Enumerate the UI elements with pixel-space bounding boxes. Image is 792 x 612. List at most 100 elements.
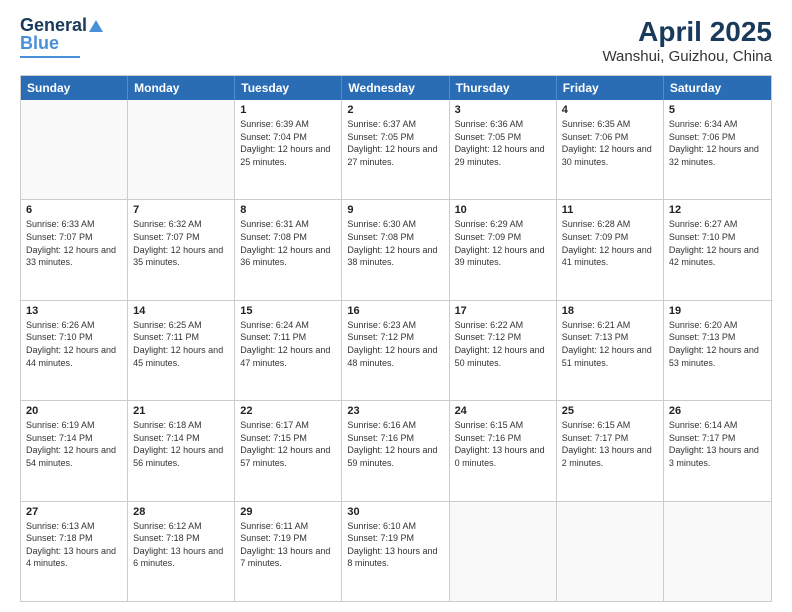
cell-sun-info: Sunrise: 6:24 AM Sunset: 7:11 PM Dayligh… bbox=[240, 319, 336, 369]
header-wednesday: Wednesday bbox=[342, 76, 449, 100]
cal-cell-1-6: 4 Sunrise: 6:35 AM Sunset: 7:06 PM Daylig… bbox=[557, 100, 664, 199]
day-number: 4 bbox=[562, 104, 658, 116]
cal-week-5: 27 Sunrise: 6:13 AM Sunset: 7:18 PM Dayli… bbox=[21, 501, 771, 601]
cal-cell-4-4: 23Sunrise: 6:16 AM Sunset: 7:16 PM Dayli… bbox=[342, 401, 449, 500]
cal-cell-5-4: 30 Sunrise: 6:10 AM Sunset: 7:19 PM Dayli… bbox=[342, 502, 449, 601]
cell-sun-info: Sunrise: 6:28 AM Sunset: 7:09 PM Dayligh… bbox=[562, 218, 658, 268]
header-friday: Friday bbox=[557, 76, 664, 100]
cal-cell-1-2 bbox=[128, 100, 235, 199]
cell-sun-info: Sunrise: 6:29 AM Sunset: 7:09 PM Dayligh… bbox=[455, 218, 551, 268]
cal-cell-4-5: 24 Sunrise: 6:15 AM Sunset: 7:16 PM Dayli… bbox=[450, 401, 557, 500]
day-number: 22 bbox=[240, 405, 336, 417]
cal-week-4: 20Sunrise: 6:19 AM Sunset: 7:14 PM Dayli… bbox=[21, 400, 771, 500]
title-block: April 2025 Wanshui, Guizhou, China bbox=[602, 16, 772, 65]
day-number: 25 bbox=[562, 405, 658, 417]
cal-cell-2-3: 8 Sunrise: 6:31 AM Sunset: 7:08 PM Daylig… bbox=[235, 200, 342, 299]
day-number: 5 bbox=[669, 104, 766, 116]
header-monday: Monday bbox=[128, 76, 235, 100]
cell-sun-info: Sunrise: 6:10 AM Sunset: 7:19 PM Dayligh… bbox=[347, 520, 443, 570]
cal-cell-2-1: 6 Sunrise: 6:33 AM Sunset: 7:07 PM Daylig… bbox=[21, 200, 128, 299]
cal-cell-4-7: 26 Sunrise: 6:14 AM Sunset: 7:17 PM Dayli… bbox=[664, 401, 771, 500]
cell-sun-info: Sunrise: 6:32 AM Sunset: 7:07 PM Dayligh… bbox=[133, 218, 229, 268]
cal-cell-3-3: 15 Sunrise: 6:24 AM Sunset: 7:11 PM Dayli… bbox=[235, 301, 342, 400]
page: General Blue April 2025 Wanshui, Guizhou… bbox=[0, 0, 792, 612]
day-number: 12 bbox=[669, 204, 766, 216]
cell-sun-info: Sunrise: 6:18 AM Sunset: 7:14 PM Dayligh… bbox=[133, 419, 229, 469]
cell-sun-info: Sunrise: 6:34 AM Sunset: 7:06 PM Dayligh… bbox=[669, 118, 766, 168]
logo-triangle-icon bbox=[89, 20, 103, 32]
cell-sun-info: Sunrise: 6:23 AM Sunset: 7:12 PM Dayligh… bbox=[347, 319, 443, 369]
calendar-body: 1Sunrise: 6:39 AM Sunset: 7:04 PM Daylig… bbox=[21, 100, 771, 601]
cell-sun-info: Sunrise: 6:39 AM Sunset: 7:04 PM Dayligh… bbox=[240, 118, 336, 168]
logo-blue: Blue bbox=[20, 34, 59, 54]
cal-cell-1-1 bbox=[21, 100, 128, 199]
day-number: 26 bbox=[669, 405, 766, 417]
cal-cell-3-4: 16Sunrise: 6:23 AM Sunset: 7:12 PM Dayli… bbox=[342, 301, 449, 400]
cal-week-1: 1Sunrise: 6:39 AM Sunset: 7:04 PM Daylig… bbox=[21, 100, 771, 199]
day-number: 18 bbox=[562, 305, 658, 317]
cell-sun-info: Sunrise: 6:31 AM Sunset: 7:08 PM Dayligh… bbox=[240, 218, 336, 268]
cal-cell-5-2: 28 Sunrise: 6:12 AM Sunset: 7:18 PM Dayli… bbox=[128, 502, 235, 601]
cell-sun-info: Sunrise: 6:12 AM Sunset: 7:18 PM Dayligh… bbox=[133, 520, 229, 570]
cal-cell-2-5: 10 Sunrise: 6:29 AM Sunset: 7:09 PM Dayli… bbox=[450, 200, 557, 299]
cell-sun-info: Sunrise: 6:27 AM Sunset: 7:10 PM Dayligh… bbox=[669, 218, 766, 268]
day-number: 10 bbox=[455, 204, 551, 216]
cell-sun-info: Sunrise: 6:16 AM Sunset: 7:16 PM Dayligh… bbox=[347, 419, 443, 469]
day-number: 6 bbox=[26, 204, 122, 216]
cell-sun-info: Sunrise: 6:26 AM Sunset: 7:10 PM Dayligh… bbox=[26, 319, 122, 369]
day-number: 24 bbox=[455, 405, 551, 417]
cal-cell-4-1: 20Sunrise: 6:19 AM Sunset: 7:14 PM Dayli… bbox=[21, 401, 128, 500]
cal-cell-2-4: 9 Sunrise: 6:30 AM Sunset: 7:08 PM Daylig… bbox=[342, 200, 449, 299]
day-number: 9 bbox=[347, 204, 443, 216]
cell-sun-info: Sunrise: 6:15 AM Sunset: 7:16 PM Dayligh… bbox=[455, 419, 551, 469]
cal-cell-1-4: 2 Sunrise: 6:37 AM Sunset: 7:05 PM Daylig… bbox=[342, 100, 449, 199]
cal-cell-4-2: 21 Sunrise: 6:18 AM Sunset: 7:14 PM Dayli… bbox=[128, 401, 235, 500]
cell-sun-info: Sunrise: 6:37 AM Sunset: 7:05 PM Dayligh… bbox=[347, 118, 443, 168]
logo-underline bbox=[20, 56, 80, 58]
cell-sun-info: Sunrise: 6:25 AM Sunset: 7:11 PM Dayligh… bbox=[133, 319, 229, 369]
day-number: 29 bbox=[240, 506, 336, 518]
cell-sun-info: Sunrise: 6:35 AM Sunset: 7:06 PM Dayligh… bbox=[562, 118, 658, 168]
cell-sun-info: Sunrise: 6:30 AM Sunset: 7:08 PM Dayligh… bbox=[347, 218, 443, 268]
header-tuesday: Tuesday bbox=[235, 76, 342, 100]
logo: General Blue bbox=[20, 16, 103, 58]
cell-sun-info: Sunrise: 6:33 AM Sunset: 7:07 PM Dayligh… bbox=[26, 218, 122, 268]
cell-sun-info: Sunrise: 6:11 AM Sunset: 7:19 PM Dayligh… bbox=[240, 520, 336, 570]
calendar: Sunday Monday Tuesday Wednesday Thursday… bbox=[20, 75, 772, 602]
cal-cell-5-3: 29 Sunrise: 6:11 AM Sunset: 7:19 PM Dayli… bbox=[235, 502, 342, 601]
day-number: 17 bbox=[455, 305, 551, 317]
calendar-subtitle: Wanshui, Guizhou, China bbox=[602, 48, 772, 65]
day-number: 27 bbox=[26, 506, 122, 518]
day-number: 11 bbox=[562, 204, 658, 216]
cell-sun-info: Sunrise: 6:22 AM Sunset: 7:12 PM Dayligh… bbox=[455, 319, 551, 369]
cal-cell-5-1: 27 Sunrise: 6:13 AM Sunset: 7:18 PM Dayli… bbox=[21, 502, 128, 601]
header: General Blue April 2025 Wanshui, Guizhou… bbox=[20, 16, 772, 65]
cell-sun-info: Sunrise: 6:14 AM Sunset: 7:17 PM Dayligh… bbox=[669, 419, 766, 469]
day-number: 3 bbox=[455, 104, 551, 116]
day-number: 14 bbox=[133, 305, 229, 317]
cal-cell-1-3: 1Sunrise: 6:39 AM Sunset: 7:04 PM Daylig… bbox=[235, 100, 342, 199]
cal-cell-3-2: 14 Sunrise: 6:25 AM Sunset: 7:11 PM Dayli… bbox=[128, 301, 235, 400]
cal-cell-5-5 bbox=[450, 502, 557, 601]
day-number: 28 bbox=[133, 506, 229, 518]
day-number: 21 bbox=[133, 405, 229, 417]
calendar-header: Sunday Monday Tuesday Wednesday Thursday… bbox=[21, 76, 771, 100]
day-number: 2 bbox=[347, 104, 443, 116]
day-number: 15 bbox=[240, 305, 336, 317]
day-number: 8 bbox=[240, 204, 336, 216]
cell-sun-info: Sunrise: 6:36 AM Sunset: 7:05 PM Dayligh… bbox=[455, 118, 551, 168]
calendar-title: April 2025 bbox=[602, 16, 772, 48]
cal-cell-4-6: 25 Sunrise: 6:15 AM Sunset: 7:17 PM Dayli… bbox=[557, 401, 664, 500]
day-number: 20 bbox=[26, 405, 122, 417]
cell-sun-info: Sunrise: 6:15 AM Sunset: 7:17 PM Dayligh… bbox=[562, 419, 658, 469]
cell-sun-info: Sunrise: 6:17 AM Sunset: 7:15 PM Dayligh… bbox=[240, 419, 336, 469]
cal-cell-1-5: 3 Sunrise: 6:36 AM Sunset: 7:05 PM Daylig… bbox=[450, 100, 557, 199]
cal-week-2: 6 Sunrise: 6:33 AM Sunset: 7:07 PM Daylig… bbox=[21, 199, 771, 299]
cell-sun-info: Sunrise: 6:13 AM Sunset: 7:18 PM Dayligh… bbox=[26, 520, 122, 570]
cal-cell-2-6: 11 Sunrise: 6:28 AM Sunset: 7:09 PM Dayli… bbox=[557, 200, 664, 299]
day-number: 13 bbox=[26, 305, 122, 317]
cal-cell-5-6 bbox=[557, 502, 664, 601]
header-saturday: Saturday bbox=[664, 76, 771, 100]
day-number: 30 bbox=[347, 506, 443, 518]
cal-cell-2-2: 7Sunrise: 6:32 AM Sunset: 7:07 PM Daylig… bbox=[128, 200, 235, 299]
